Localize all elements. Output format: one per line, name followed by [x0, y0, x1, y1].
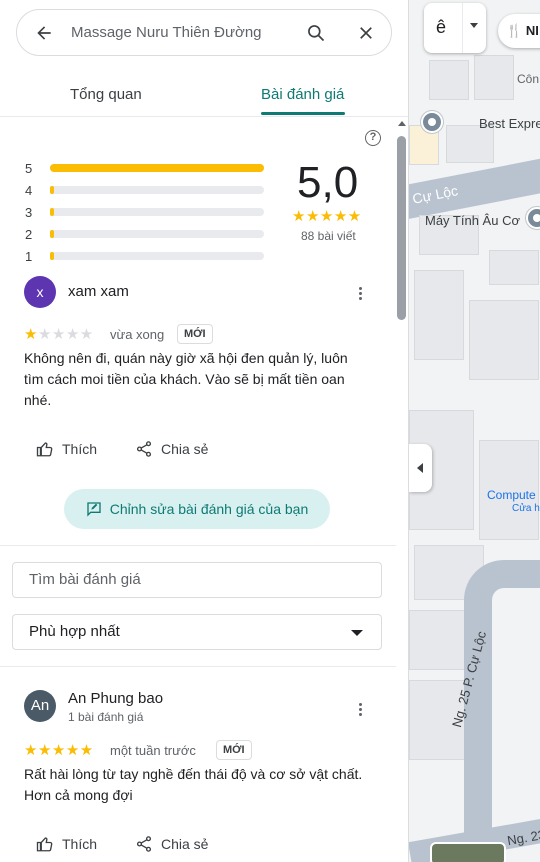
- histogram-row: 3: [25, 204, 264, 220]
- caret-down-icon[interactable]: [470, 23, 478, 28]
- map-block: [414, 270, 464, 360]
- chip-label: NI: [525, 23, 539, 38]
- map-layer-button[interactable]: ê: [424, 3, 486, 53]
- divider: [0, 666, 396, 667]
- like-label: Thích: [62, 441, 98, 457]
- help-icon[interactable]: ?: [365, 130, 381, 146]
- map-pin-icon[interactable]: [421, 111, 443, 133]
- map-label[interactable]: Best Expre: [479, 116, 540, 131]
- review-text: Rất hài lòng từ tay nghề đến thái độ và …: [24, 766, 363, 803]
- share-label: Chia sẻ: [161, 836, 209, 852]
- map-label[interactable]: Compute: [487, 488, 536, 502]
- map-pin-icon[interactable]: [526, 207, 540, 229]
- scrollbar[interactable]: [397, 136, 406, 320]
- histogram-fill: [50, 230, 55, 238]
- search-box[interactable]: Massage Nuru Thiên Đường: [16, 9, 392, 56]
- tab-bar: Tổng quan Bài đánh giá: [0, 72, 408, 117]
- histogram-row: 5: [25, 160, 264, 176]
- like-button[interactable]: Thích: [36, 440, 97, 458]
- histogram-row: 1: [25, 248, 264, 264]
- histogram-fill: [50, 208, 55, 216]
- share-icon: [136, 836, 152, 852]
- new-badge: MỚI: [216, 740, 252, 760]
- thumb-up-icon: [36, 837, 53, 852]
- reviews-panel: Massage Nuru Thiên Đường Tổng quan Bài đ…: [0, 0, 409, 862]
- map-layer-glyph: ê: [436, 17, 447, 37]
- search-button[interactable]: [291, 23, 341, 43]
- search-input[interactable]: Massage Nuru Thiên Đường: [71, 24, 291, 41]
- histogram-track: [50, 208, 264, 216]
- scroll-up-arrow[interactable]: [398, 121, 406, 126]
- histogram-label: 5: [25, 160, 33, 176]
- histogram-track: [50, 252, 264, 260]
- divider: [462, 3, 463, 53]
- edit-review-button[interactable]: Chỉnh sửa bài đánh giá của bạn: [64, 489, 330, 529]
- edit-review-icon: [87, 502, 101, 517]
- share-icon: [136, 441, 152, 457]
- histogram-row: 2: [25, 226, 264, 242]
- review-text: Không nên đi, quán này giờ xã hội đen qu…: [24, 350, 348, 408]
- rating-score: 5,0: [297, 158, 359, 207]
- review-time: vừa xong: [110, 327, 165, 342]
- reviewer-name[interactable]: xam xam: [68, 283, 129, 300]
- divider: [0, 545, 396, 546]
- edit-review-label: Chỉnh sửa bài đánh giá của bạn: [109, 501, 309, 517]
- sort-label: Phù hợp nhất: [29, 623, 120, 640]
- share-label: Chia sẻ: [161, 441, 209, 457]
- map-block: [474, 55, 514, 100]
- share-button[interactable]: Chia sẻ: [135, 440, 208, 458]
- review-count: 88 bài viết: [301, 229, 356, 243]
- histogram-fill: [50, 164, 264, 172]
- collapse-panel-button[interactable]: [409, 444, 432, 492]
- histogram-fill: [50, 186, 55, 194]
- star-filled: ★: [24, 326, 38, 343]
- histogram-track: [50, 230, 264, 238]
- restaurant-icon: 🍴: [506, 23, 523, 38]
- satellite-thumbnail[interactable]: [430, 842, 506, 862]
- more-options-icon[interactable]: [359, 703, 363, 718]
- new-badge: MỚI: [177, 324, 213, 344]
- map-label[interactable]: Máy Tính Âu Cơ: [425, 213, 520, 228]
- tab-active-indicator: [261, 112, 345, 115]
- caret-down-icon: [351, 630, 363, 636]
- map-label: Côn: [517, 72, 540, 86]
- map-block: [489, 250, 539, 285]
- more-options-icon[interactable]: [359, 287, 363, 302]
- histogram-track: [50, 164, 264, 172]
- histogram-label: 2: [25, 226, 33, 242]
- tab-overview[interactable]: Tổng quan: [70, 86, 142, 103]
- histogram-label: 1: [25, 248, 33, 264]
- map-block: [429, 60, 469, 100]
- map-block: [469, 300, 539, 380]
- share-button[interactable]: Chia sẻ: [135, 835, 208, 853]
- thumb-up-icon: [36, 442, 53, 457]
- histogram-label: 3: [25, 204, 33, 220]
- search-icon: [308, 24, 325, 41]
- sort-dropdown[interactable]: Phù hợp nhất: [12, 614, 382, 650]
- back-button[interactable]: [17, 23, 71, 43]
- review-search-input[interactable]: Tìm bài đánh giá: [12, 562, 382, 598]
- review-stars: ★★★★★: [24, 325, 94, 343]
- review-stars: ★★★★★: [24, 742, 94, 759]
- reviewer-name[interactable]: An Phung bao: [68, 690, 163, 707]
- histogram-fill: [50, 252, 55, 260]
- map[interactable]: Côn Best Expre P. Cự Lộc Máy Tính Âu Cơ …: [409, 0, 540, 862]
- histogram-row: 4: [25, 182, 264, 198]
- map-label: Cửa h: [512, 503, 540, 514]
- star-empty: ★★★★: [37, 326, 94, 343]
- close-button[interactable]: [341, 24, 391, 42]
- tab-reviews[interactable]: Bài đánh giá: [261, 86, 344, 103]
- histogram-track: [50, 186, 264, 194]
- arrow-left-icon: [37, 25, 51, 40]
- avatar[interactable]: x: [24, 276, 56, 308]
- reviewer-meta: 1 bài đánh giá: [68, 710, 144, 724]
- like-label: Thích: [62, 836, 98, 852]
- restaurants-chip[interactable]: 🍴 NI: [498, 14, 540, 48]
- review-time: một tuần trước: [110, 743, 196, 758]
- close-icon: [360, 26, 372, 39]
- rating-stars: ★★★★★: [292, 208, 362, 225]
- avatar[interactable]: An: [24, 690, 56, 722]
- like-button[interactable]: Thích: [36, 835, 97, 853]
- histogram-label: 4: [25, 182, 33, 198]
